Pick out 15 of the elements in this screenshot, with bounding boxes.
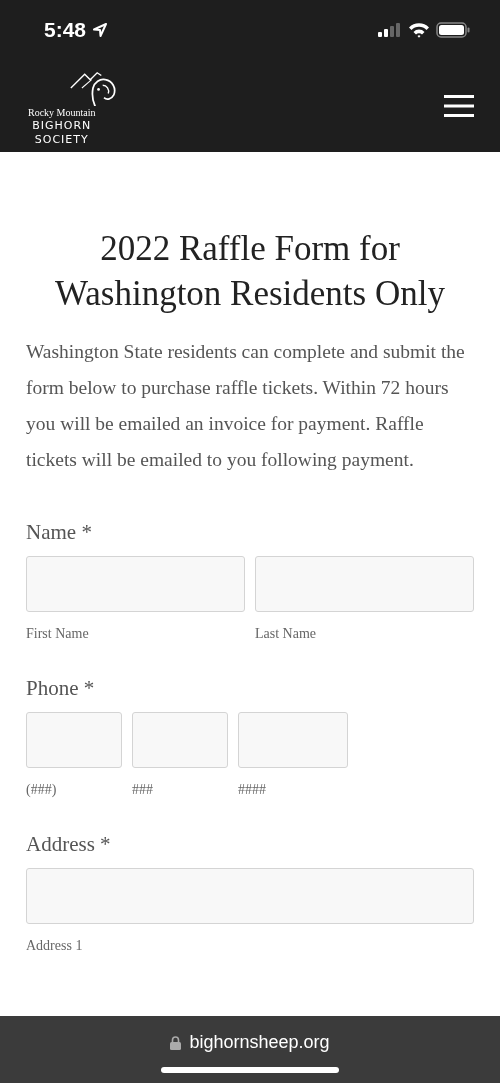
field-sublabel: ####: [238, 782, 267, 798]
logo-text: Rocky Mountain: [28, 107, 96, 118]
field-sublabel: Last Name: [255, 626, 318, 642]
field-label: Address *: [26, 832, 112, 857]
logo-text: BIGHORN: [32, 119, 92, 132]
logo-text: SOCIETY: [34, 133, 89, 146]
field-sublabel: First Name: [26, 626, 90, 642]
field-sublabel: (###): [26, 782, 58, 798]
intro-paragraph: Washington State residents can complete and submit the form below to purchase raffle tickets. Within 72 hours you will be emailed an invoice for payment. Raffle tickets will be emailed to you following payment.: [26, 340, 466, 472]
field-label: Name *: [26, 520, 93, 545]
field-sublabel: Address 1: [26, 938, 84, 954]
field-label: Phone *: [26, 676, 96, 701]
field-sublabel: ###: [132, 782, 154, 798]
page-title: 2022 Raffle Form for Washington Residents Only: [54, 228, 446, 315]
clock-time: 5:48: [44, 18, 87, 42]
